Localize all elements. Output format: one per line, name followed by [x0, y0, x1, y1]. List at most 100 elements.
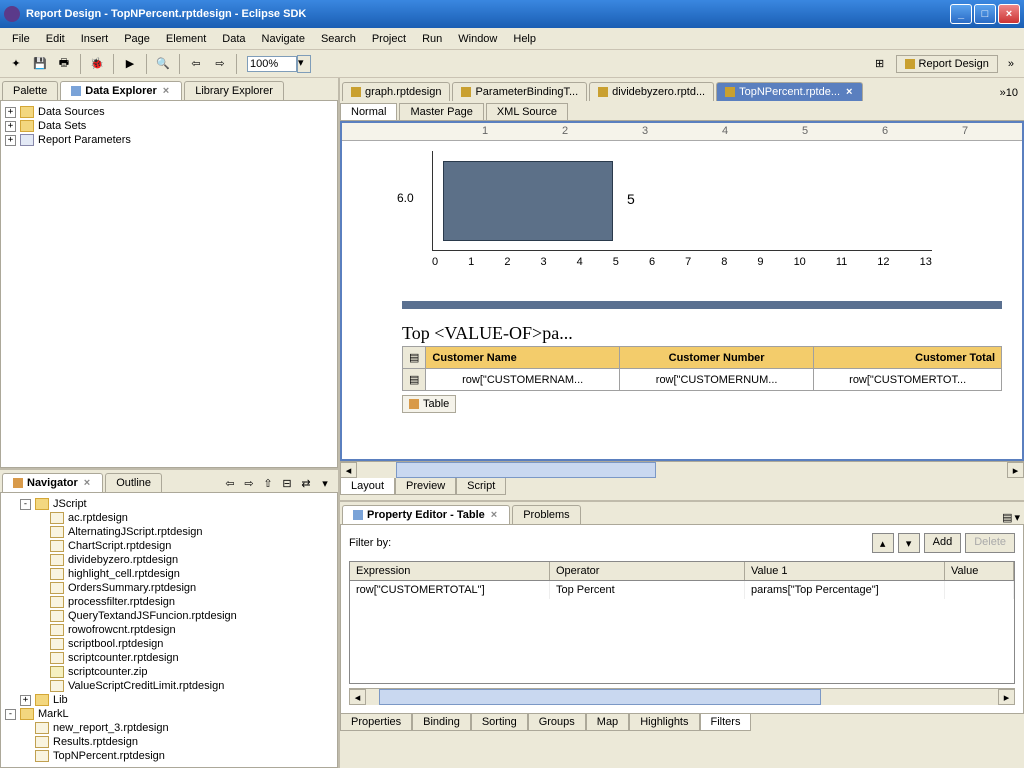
nav-file[interactable]: dividebyzero.rptdesign	[5, 553, 333, 567]
menu-navigate[interactable]: Navigate	[254, 31, 313, 47]
row-handle-icon[interactable]: ▤	[403, 347, 426, 369]
nav-file[interactable]: ChartScript.rptdesign	[5, 539, 333, 553]
tree-item-data-sets[interactable]: + Data Sets	[5, 119, 333, 133]
menu-edit[interactable]: Edit	[38, 31, 73, 47]
debug-dropdown[interactable]: 🐞	[86, 53, 108, 75]
filter-table[interactable]: Expression Operator Value 1 Value row["C…	[349, 561, 1015, 684]
nav-file[interactable]: rowofrowcnt.rptdesign	[5, 623, 333, 637]
delete-button[interactable]: Delete	[965, 533, 1015, 553]
nav-file[interactable]: OrdersSummary.rptdesign	[5, 581, 333, 595]
menu-project[interactable]: Project	[364, 31, 414, 47]
design-table[interactable]: ▤ Customer Name Customer Number Customer…	[402, 346, 1002, 391]
layout-tab-layout[interactable]: Layout	[340, 478, 395, 495]
nav-up-icon[interactable]: ⇧	[259, 474, 277, 492]
tab-navigator[interactable]: Navigator ×	[2, 473, 103, 492]
nav-file[interactable]: new_report_3.rptdesign	[5, 721, 333, 735]
editor-tab-dividebyzero[interactable]: dividebyzero.rptd...	[589, 82, 714, 101]
layout-tab-script[interactable]: Script	[456, 478, 506, 495]
menu-insert[interactable]: Insert	[73, 31, 117, 47]
filter-row[interactable]: row["CUSTOMERTOTAL"] Top Percent params[…	[350, 581, 1014, 599]
new-button[interactable]: ✦	[5, 53, 27, 75]
scroll-left-icon[interactable]: ◂	[349, 689, 366, 705]
save-button[interactable]: 💾	[29, 53, 51, 75]
filter-operator[interactable]: Top Percent	[550, 581, 745, 599]
prop-tab-groups[interactable]: Groups	[528, 714, 586, 731]
perspective-report-design[interactable]: Report Design	[896, 55, 998, 73]
close-icon[interactable]: ×	[82, 477, 92, 489]
zoom-dropdown[interactable]: ▾	[297, 55, 311, 73]
filter-value2[interactable]	[945, 581, 1014, 599]
expand-icon[interactable]: -	[5, 709, 16, 720]
tree-item-report-parameters[interactable]: + Report Parameters	[5, 133, 333, 147]
nav-menu-icon[interactable]: ▾	[316, 474, 334, 492]
scroll-thumb[interactable]	[396, 462, 656, 478]
tab-problems[interactable]: Problems	[512, 505, 580, 524]
col-header-name[interactable]: Customer Name	[426, 347, 620, 369]
col-header-total[interactable]: Customer Total	[814, 347, 1002, 369]
close-icon[interactable]: ×	[161, 85, 171, 97]
nav-forward-icon[interactable]: ⇨	[240, 474, 258, 492]
tab-data-explorer[interactable]: Data Explorer ×	[60, 81, 182, 100]
nav-link-icon[interactable]: ⇄	[297, 474, 315, 492]
tab-outline[interactable]: Outline	[105, 473, 162, 492]
layout-tab-preview[interactable]: Preview	[395, 478, 456, 495]
col-header-number[interactable]: Customer Number	[619, 347, 813, 369]
editor-overflow[interactable]: »10	[994, 85, 1024, 101]
subtab-master-page[interactable]: Master Page	[399, 103, 483, 120]
design-canvas[interactable]: 1234567 6.0 5 012345678910111213 Top <VA…	[340, 121, 1024, 461]
nav-file[interactable]: ac.rptdesign	[5, 511, 333, 525]
scroll-right-icon[interactable]: ▸	[998, 689, 1015, 705]
add-button[interactable]: Add	[924, 533, 962, 553]
window-minimize-button[interactable]: _	[950, 4, 972, 24]
expand-icon[interactable]: -	[20, 499, 31, 510]
nav-file[interactable]: highlight_cell.rptdesign	[5, 567, 333, 581]
editor-tab-graph[interactable]: graph.rptdesign	[342, 82, 450, 101]
nav-file[interactable]: processfilter.rptdesign	[5, 595, 333, 609]
col-value1[interactable]: Value 1	[745, 562, 945, 580]
back-button[interactable]: ⇦	[185, 53, 207, 75]
prop-tab-sorting[interactable]: Sorting	[471, 714, 528, 731]
subtab-normal[interactable]: Normal	[340, 103, 397, 120]
scroll-left-icon[interactable]: ◂	[340, 462, 357, 478]
zoom-input[interactable]	[247, 56, 297, 72]
property-menu-icon[interactable]: ▾	[1014, 511, 1020, 524]
property-scrollbar[interactable]: ◂ ▸	[349, 688, 1015, 705]
nav-file[interactable]: scriptbool.rptdesign	[5, 637, 333, 651]
editor-tab-topnpercent[interactable]: TopNPercent.rptde... ×	[716, 82, 863, 101]
menu-data[interactable]: Data	[214, 31, 253, 47]
nav-file[interactable]: TopNPercent.rptdesign	[5, 749, 333, 763]
nav-file[interactable]: Results.rptdesign	[5, 735, 333, 749]
menu-window[interactable]: Window	[450, 31, 505, 47]
nav-collapse-icon[interactable]: ⊟	[278, 474, 296, 492]
menu-file[interactable]: File	[4, 31, 38, 47]
scroll-right-icon[interactable]: ▸	[1007, 462, 1024, 478]
col-expression[interactable]: Expression	[350, 562, 550, 580]
nav-file[interactable]: AlternatingJScript.rptdesign	[5, 525, 333, 539]
tab-palette[interactable]: Palette	[2, 81, 58, 100]
close-icon[interactable]: ×	[844, 86, 854, 98]
prop-tab-highlights[interactable]: Highlights	[629, 714, 699, 731]
zoom-control[interactable]: ▾	[247, 55, 311, 73]
table-breadcrumb-chip[interactable]: Table	[402, 395, 456, 413]
nav-file[interactable]: scriptcounter.rptdesign	[5, 651, 333, 665]
chart-preview[interactable]: 6.0 5 012345678910111213	[402, 151, 1002, 281]
tree-item-data-sources[interactable]: + Data Sources	[5, 105, 333, 119]
report-heading[interactable]: Top <VALUE-OF>pa...	[402, 323, 1002, 344]
menu-run[interactable]: Run	[414, 31, 450, 47]
nav-file[interactable]: scriptcounter.zip	[5, 665, 333, 679]
filter-value1[interactable]: params["Top Percentage"]	[745, 581, 945, 599]
nav-folder-lib[interactable]: +Lib	[5, 693, 333, 707]
print-button[interactable]: 🖶	[53, 53, 75, 75]
subtab-xml-source[interactable]: XML Source	[486, 103, 568, 120]
menu-help[interactable]: Help	[505, 31, 544, 47]
property-view-menu-icon[interactable]: ▤	[1002, 511, 1012, 524]
expand-icon[interactable]: +	[5, 135, 16, 146]
expand-icon[interactable]: +	[20, 695, 31, 706]
window-close-button[interactable]: ×	[998, 4, 1020, 24]
run-dropdown[interactable]: ▶	[119, 53, 141, 75]
tab-property-editor[interactable]: Property Editor - Table ×	[342, 505, 510, 524]
search-button[interactable]: 🔍	[152, 53, 174, 75]
nav-folder-jscript[interactable]: -JScript	[5, 497, 333, 511]
menu-page[interactable]: Page	[116, 31, 158, 47]
nav-file[interactable]: QueryTextandJSFuncion.rptdesign	[5, 609, 333, 623]
